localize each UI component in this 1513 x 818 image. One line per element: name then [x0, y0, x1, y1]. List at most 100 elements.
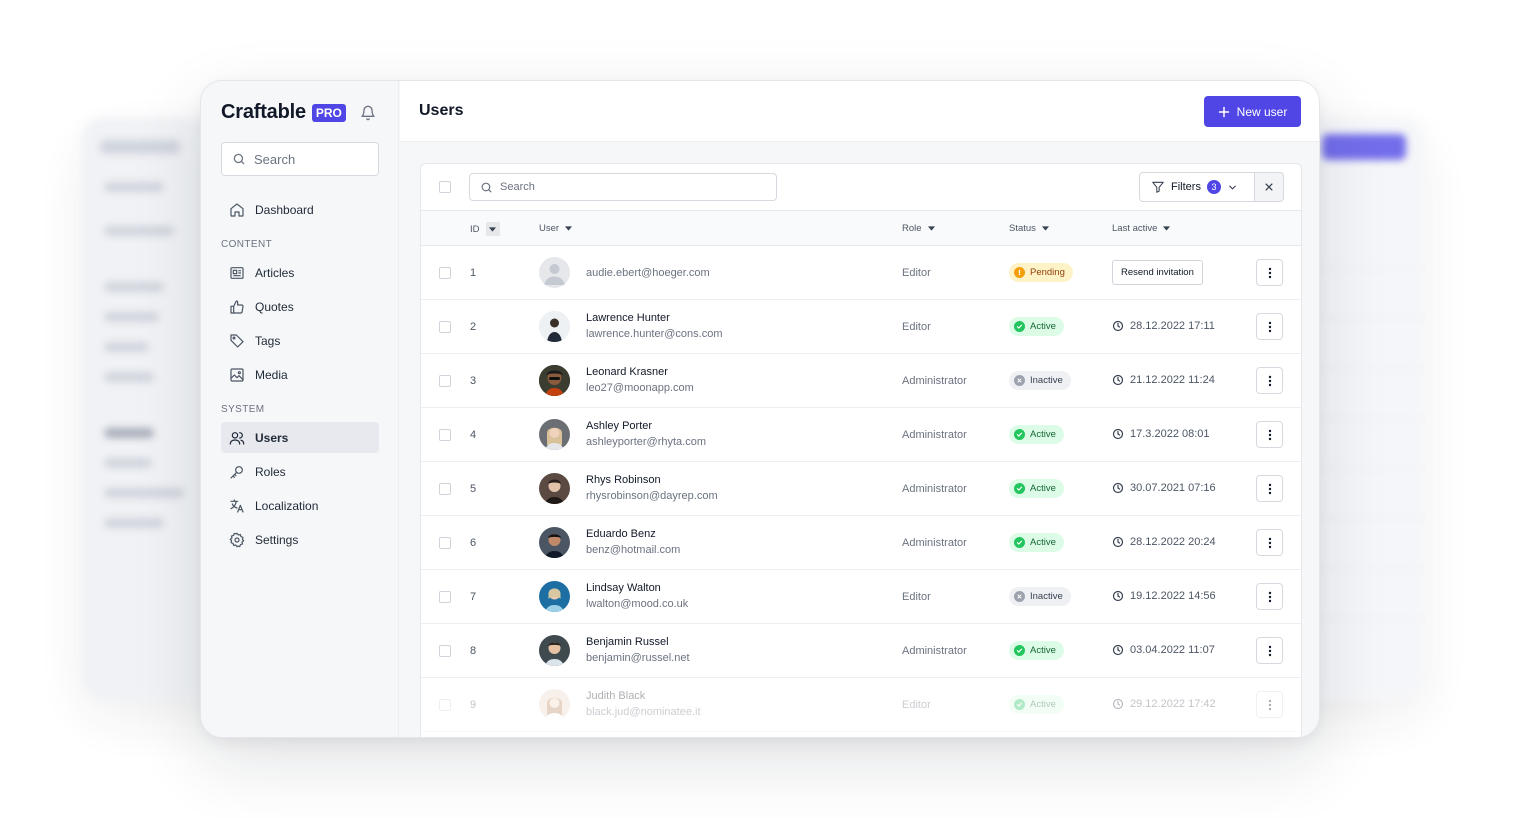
avatar [539, 527, 570, 558]
status-badge: Active [1009, 425, 1064, 444]
row-id: 1 [470, 267, 477, 279]
user-email: leo27@moonapp.com [586, 382, 694, 394]
column-header-user[interactable]: User [539, 223, 573, 234]
new-user-label: New user [1236, 104, 1288, 119]
sidebar-item-articles[interactable]: Articles [221, 257, 379, 288]
clock-icon [1112, 482, 1124, 494]
sidebar-item-label: Localization [255, 498, 319, 513]
table-row[interactable]: 9 Judith Black black.jud@nominatee.it Ed… [421, 678, 1301, 732]
sidebar-search-placeholder: Search [254, 151, 296, 167]
page-title: Users [419, 102, 464, 119]
clock-icon [1112, 428, 1124, 440]
avatar [539, 689, 570, 720]
sidebar-item-label: Roles [255, 464, 286, 479]
status-badge: Pending [1009, 263, 1073, 282]
select-all-checkbox[interactable] [439, 181, 451, 193]
row-actions-button[interactable] [1256, 691, 1283, 718]
sidebar-item-label: Tags [255, 333, 281, 348]
table-row[interactable]: 3 Leonard Krasner leo27@moonapp.com Admi… [421, 354, 1301, 408]
row-actions-button[interactable] [1256, 529, 1283, 556]
status-badge: Inactive [1009, 587, 1071, 606]
last-active-value: 29.12.2022 17:42 [1130, 698, 1216, 710]
brand-name: Craftable [221, 101, 306, 123]
table-search-input[interactable]: Search [469, 173, 777, 201]
user-email: audie.ebert@hoeger.com [586, 267, 710, 279]
table-row[interactable]: 7 Lindsay Walton lwalton@mood.co.uk Edit… [421, 570, 1301, 624]
user-role: Administrator [902, 375, 967, 387]
new-user-button[interactable]: New user [1204, 96, 1301, 127]
key-icon [230, 465, 243, 479]
row-checkbox[interactable] [439, 699, 451, 711]
row-id: 7 [470, 591, 477, 603]
table-row[interactable]: 6 Eduardo Benz benz@hotmail.com Administ… [421, 516, 1301, 570]
status-label: Active [1030, 537, 1056, 548]
sidebar-item-users[interactable]: Users [221, 422, 379, 453]
row-checkbox[interactable] [439, 645, 451, 657]
row-checkbox[interactable] [439, 537, 451, 549]
clear-filters-button[interactable] [1254, 172, 1284, 202]
last-active: 28.12.2022 20:24 [1112, 536, 1216, 548]
column-label: User [539, 223, 560, 234]
table-row[interactable]: 8 Benjamin Russel benjamin@russel.net Ad… [421, 624, 1301, 678]
status-badge: Active [1009, 317, 1064, 336]
clock-icon [1112, 698, 1124, 710]
row-checkbox[interactable] [439, 321, 451, 333]
row-actions-button[interactable] [1256, 313, 1283, 340]
last-active-value: 19.12.2022 14:56 [1130, 590, 1216, 602]
column-header-status[interactable]: Status [1009, 223, 1049, 234]
plus-icon [1218, 106, 1229, 117]
sidebar-item-settings[interactable]: Settings [221, 524, 379, 555]
sidebar-item-dashboard[interactable]: Dashboard [221, 194, 379, 225]
sidebar-search-input[interactable]: Search [221, 142, 379, 176]
avatar [539, 473, 570, 504]
row-actions-button[interactable] [1256, 637, 1283, 664]
row-id: 5 [470, 483, 477, 495]
last-active-value: 30.07.2021 07:16 [1130, 482, 1216, 494]
row-actions-button[interactable] [1256, 583, 1283, 610]
app-window: Craftable PRO Search Dashboard CONTENT A… [200, 80, 1320, 738]
articles-icon [230, 266, 244, 279]
sidebar-item-tags[interactable]: Tags [221, 325, 379, 356]
check-circle-icon [1014, 645, 1025, 656]
status-label: Active [1030, 483, 1056, 494]
row-actions-button[interactable] [1256, 259, 1283, 286]
column-header-last-active[interactable]: Last active [1112, 223, 1171, 234]
last-active: 19.12.2022 14:56 [1112, 590, 1216, 602]
more-vertical-icon [1268, 537, 1271, 548]
row-checkbox[interactable] [439, 483, 451, 495]
row-checkbox[interactable] [439, 375, 451, 387]
sidebar-item-label: Dashboard [255, 202, 314, 217]
table-row[interactable]: 2 Lawrence Hunter lawrence.hunter@cons.c… [421, 300, 1301, 354]
user-email: benjamin@russel.net [586, 652, 690, 664]
search-icon [481, 182, 492, 192]
more-vertical-icon [1268, 483, 1271, 494]
more-vertical-icon [1268, 267, 1271, 278]
row-actions-button[interactable] [1256, 367, 1283, 394]
sidebar-item-quotes[interactable]: Quotes [221, 291, 379, 322]
sidebar-item-label: Articles [255, 265, 295, 280]
bell-icon[interactable] [360, 105, 376, 121]
column-header-id[interactable]: ID [470, 222, 500, 236]
row-actions-button[interactable] [1256, 421, 1283, 448]
table-row[interactable]: 5 Rhys Robinson rhysrobinson@dayrep.com … [421, 462, 1301, 516]
user-role: Administrator [902, 645, 967, 657]
sidebar-item-media[interactable]: Media [221, 359, 379, 390]
last-active-value: 03.04.2022 11:07 [1130, 644, 1215, 656]
filters-button[interactable]: Filters 3 [1139, 172, 1255, 202]
check-circle-icon [1014, 321, 1025, 332]
status-label: Active [1030, 645, 1056, 656]
row-checkbox[interactable] [439, 591, 451, 603]
row-checkbox[interactable] [439, 429, 451, 441]
user-role: Editor [902, 267, 931, 279]
table-row[interactable]: 4 Ashley Porter ashleyporter@rhyta.com A… [421, 408, 1301, 462]
row-checkbox[interactable] [439, 267, 451, 279]
pending-icon [1014, 267, 1025, 278]
table-row[interactable]: 1 audie.ebert@hoeger.com Editor Pending … [421, 246, 1301, 300]
sidebar-item-roles[interactable]: Roles [221, 456, 379, 487]
row-actions-button[interactable] [1256, 475, 1283, 502]
avatar [539, 365, 570, 396]
user-email: ashleyporter@rhyta.com [586, 436, 706, 448]
column-header-role[interactable]: Role [902, 223, 935, 234]
resend-invitation-button[interactable]: Resend invitation [1112, 260, 1203, 285]
sidebar-item-localization[interactable]: Localization [221, 490, 379, 521]
